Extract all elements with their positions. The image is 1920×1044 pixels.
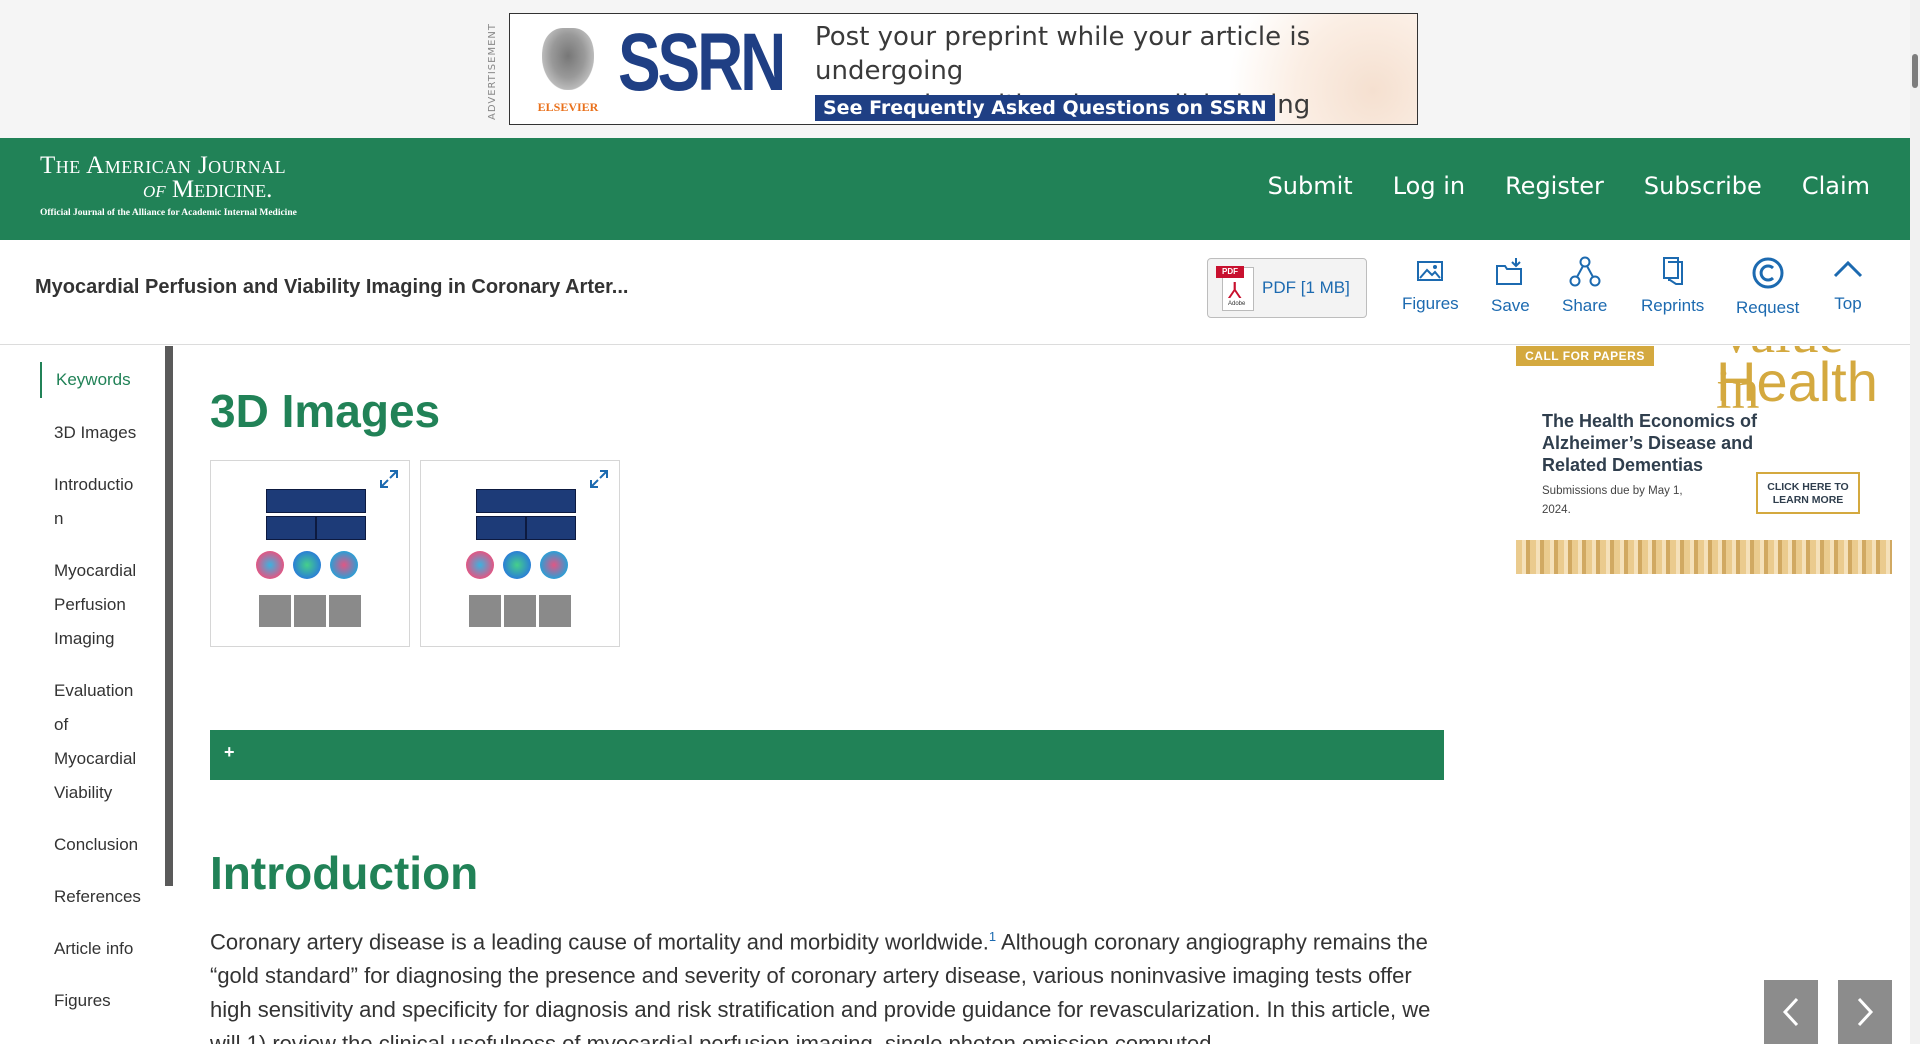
bullseye-plot (503, 551, 531, 579)
journal-header: The American Journal of Medicine. Offici… (0, 138, 1910, 240)
outline-figures[interactable]: Figures (40, 984, 150, 1018)
figures-label: Figures (1402, 294, 1459, 313)
elsevier-tree-icon (542, 28, 594, 90)
ssrn-ad-banner[interactable]: ELSEVIER SSRN Post your preprint while y… (509, 13, 1418, 125)
save-icon (1496, 258, 1523, 285)
copyright-icon (1752, 257, 1784, 289)
outline-keywords[interactable]: Keywords (40, 362, 150, 398)
outline-introduction[interactable]: Introductio n (40, 468, 150, 536)
chevron-right-icon (1857, 997, 1874, 1027)
reprints-tool[interactable]: Reprints (1641, 256, 1704, 316)
outline-references[interactable]: References (40, 880, 150, 914)
introduction-paragraph: Coronary artery disease is a leading cau… (210, 920, 1444, 1044)
outline-myocardial-perfusion[interactable]: Myocardial Perfusion Imaging (40, 554, 150, 656)
article-outline-nav: Keywords 3D Images Introductio n Myocard… (40, 362, 150, 1036)
page-scrollbar[interactable] (1910, 0, 1920, 1044)
angiogram-image (539, 595, 571, 627)
article-toolbar: Myocardial Perfusion and Viability Imagi… (0, 240, 1910, 345)
angiogram-image (504, 595, 536, 627)
figure-thumbnail-1[interactable] (210, 460, 410, 647)
figure-panel (526, 516, 576, 540)
reprints-label: Reprints (1641, 296, 1705, 315)
bullseye-plot (293, 551, 321, 579)
bullseye-plot (256, 551, 284, 579)
figures-tool[interactable]: Figures (1402, 256, 1459, 314)
share-tool[interactable]: Share (1562, 256, 1607, 316)
elsevier-wordmark: ELSEVIER (537, 100, 599, 114)
top-label: Top (1834, 294, 1862, 313)
ad-decorative-band (1516, 540, 1892, 574)
expand-icon[interactable] (589, 469, 609, 489)
bullseye-plot (466, 551, 494, 579)
pdf-brand: Adobe (1228, 301, 1246, 307)
next-arrow-button[interactable] (1838, 980, 1892, 1044)
outline-scrollbar[interactable] (165, 346, 173, 886)
figure-panel (266, 516, 316, 540)
ad-learn-more-button[interactable]: CLICK HERE TO LEARN MORE (1756, 472, 1860, 514)
ad-brand-health: Health (1716, 350, 1878, 413)
chevron-left-icon (1782, 997, 1799, 1027)
nav-log-in[interactable]: Log in (1393, 172, 1465, 200)
outline-article-info[interactable]: Article info (40, 932, 150, 966)
figure-panel (476, 516, 526, 540)
journal-logo-of: of (143, 177, 166, 203)
intro-text-part1: Coronary artery disease is a leading cau… (210, 929, 989, 955)
request-tool[interactable]: Request (1736, 256, 1799, 318)
ssrn-logo: SSRN (618, 17, 786, 108)
figure-thumbnail-2[interactable] (420, 460, 620, 647)
save-tool[interactable]: Save (1491, 256, 1530, 316)
pdf-label: PDF [1 MB] (1262, 278, 1350, 297)
pdf-icon: PDF ⅄ Adobe (1216, 264, 1256, 312)
value-in-health-ad[interactable]: CALL FOR PAPERS Value in Health The Heal… (1516, 346, 1892, 574)
outline-conclusion[interactable]: Conclusion (40, 828, 150, 862)
nav-subscribe[interactable]: Subscribe (1644, 172, 1762, 200)
reprints-icon (1662, 257, 1683, 285)
plus-icon: + (224, 742, 235, 762)
angiogram-image (259, 595, 291, 627)
advertisement-label: ADVERTISEMENT (487, 22, 498, 120)
call-for-papers-badge: CALL FOR PAPERS (1516, 346, 1654, 366)
top-ad-strip: ADVERTISEMENT ELSEVIER SSRN Post your pr… (0, 0, 1910, 138)
previous-arrow-button[interactable] (1764, 980, 1818, 1044)
nav-claim[interactable]: Claim (1802, 172, 1870, 200)
request-label: Request (1736, 298, 1800, 317)
ad-title: The Health Economics of Alzheimer’s Dise… (1542, 411, 1758, 475)
angiogram-image (294, 595, 326, 627)
ssrn-headline-line1: Post your preprint while your article is… (815, 22, 1311, 86)
outline-3d-images[interactable]: 3D Images (40, 416, 150, 450)
journal-logo-medicine: Medicine. (171, 176, 273, 203)
figure-panel (316, 516, 366, 540)
figures-icon (1417, 261, 1444, 281)
pdf-tag: PDF (1216, 266, 1244, 278)
pdf-download-button[interactable]: PDF ⅄ Adobe PDF [1 MB] (1207, 258, 1367, 318)
ad-subtitle: Submissions due by May 1, 2024. (1542, 485, 1683, 516)
nav-register[interactable]: Register (1505, 172, 1604, 200)
images-heading: 3D Images (210, 385, 441, 437)
expand-icon[interactable] (379, 469, 399, 489)
figure-panel (476, 489, 576, 513)
expand-section-bar[interactable]: + (210, 730, 1444, 780)
figure-panel (266, 489, 366, 513)
chevron-up-icon (1833, 260, 1863, 278)
share-label: Share (1562, 296, 1608, 315)
elsevier-logo: ELSEVIER (536, 28, 600, 114)
page-scrollbar-thumb[interactable] (1912, 54, 1918, 88)
share-icon (1569, 256, 1601, 287)
nav-submit[interactable]: Submit (1268, 172, 1353, 200)
bullseye-plot (330, 551, 358, 579)
introduction-heading: Introduction (210, 847, 479, 899)
header-nav: Submit Log in Register Subscribe Claim (1228, 172, 1870, 200)
outline-myocardial-viability[interactable]: Evaluation of Myocardial Viability (40, 674, 150, 810)
angiogram-image (329, 595, 361, 627)
angiogram-image (469, 595, 501, 627)
top-tool[interactable]: Top (1832, 256, 1864, 314)
journal-logo-line2: of Medicine. (143, 176, 297, 204)
ssrn-faq-link[interactable]: See Frequently Asked Questions on SSRN (815, 95, 1275, 121)
article-short-title: Myocardial Perfusion and Viability Imagi… (35, 276, 629, 298)
bullseye-plot (540, 551, 568, 579)
save-label: Save (1491, 296, 1530, 315)
journal-logo[interactable]: The American Journal of Medicine. Offici… (40, 152, 297, 218)
journal-logo-tagline: Official Journal of the Alliance for Aca… (40, 208, 297, 218)
